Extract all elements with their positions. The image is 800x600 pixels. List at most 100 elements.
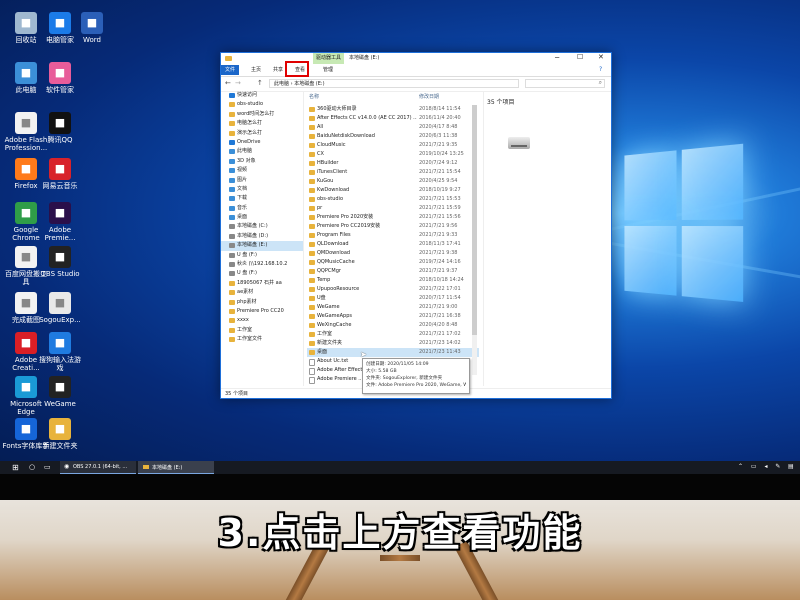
notification-icon[interactable]: ▤ <box>788 463 794 470</box>
file-row[interactable]: 工作室 2021/7/21 17:02 <box>307 330 479 339</box>
nav-item[interactable]: ae素材 <box>221 288 303 297</box>
task-view-icon[interactable]: ▭ <box>44 463 51 471</box>
nav-item[interactable]: 本地磁盘 (D:) <box>221 232 303 241</box>
file-row[interactable]: pr 2021/7/21 15:59 <box>307 204 479 213</box>
desktop-icon[interactable]: ■ Word <box>68 12 116 44</box>
nav-item[interactable]: 本地磁盘 (E:) <box>221 241 303 251</box>
file-row[interactable]: QLDownload 2018/11/3 17:41 <box>307 240 479 249</box>
nav-item[interactable]: U 盘 (F:) <box>221 269 303 278</box>
caption-area: 3.点击上方查看功能 <box>0 500 800 600</box>
nav-item[interactable]: 此电脑 <box>221 147 303 156</box>
file-row[interactable]: iTunesClient 2021/7/21 15:54 <box>307 168 479 177</box>
nav-item[interactable]: Premiere Pro CC20 <box>221 307 303 316</box>
close-icon[interactable]: ✕ <box>598 53 604 61</box>
obs-icon: ■ <box>49 246 71 268</box>
minimize-icon[interactable]: ─ <box>555 54 559 62</box>
desktop-icon[interactable]: ■ 网易云音乐 <box>36 158 84 190</box>
file-row[interactable]: CloudMusic 2021/7/21 9:35 <box>307 141 479 150</box>
address-bar[interactable]: 此电脑 › 本地磁盘 (E:) <box>269 79 519 88</box>
desktop-icon[interactable]: ■ 新建文件夹 <box>36 418 84 450</box>
scrollbar-thumb[interactable] <box>472 105 477 335</box>
desktop-icon[interactable]: ■ 搜狗输入法游戏 <box>36 332 84 372</box>
file-name: QQMusicCache <box>317 259 355 265</box>
desktop-icon[interactable]: ■ OBS Studio <box>36 246 84 278</box>
start-icon[interactable]: ⊞ <box>12 463 19 472</box>
file-row[interactable]: 桌面 2021/7/23 11:43 <box>307 348 479 357</box>
file-row[interactable]: 360驱动大师目录 2018/8/14 11:54 <box>307 105 479 114</box>
breadcrumb-drive[interactable]: 本地磁盘 (E:) <box>294 81 324 87</box>
file-row[interactable]: U盘 2020/7/17 11:54 <box>307 294 479 303</box>
file-row[interactable]: WeGameApps 2021/7/21 16:38 <box>307 312 479 321</box>
tray-icons[interactable]: ⌃ ▭ ◂ ✎ <box>738 463 783 470</box>
nav-item[interactable]: 工作室文件 <box>221 335 303 344</box>
file-row[interactable]: KwDownload 2018/10/19 9:27 <box>307 186 479 195</box>
tab-file[interactable]: 文件 <box>221 65 240 75</box>
column-date[interactable]: 修改日期 <box>419 93 439 100</box>
nav-item[interactable]: U 盘 (F:) <box>221 251 303 260</box>
nav-item[interactable]: 本地磁盘 (C:) <box>221 222 303 231</box>
list-scrollbar[interactable] <box>472 105 477 375</box>
desktop-icon[interactable]: ■ 腾讯QQ <box>36 112 84 144</box>
file-row[interactable]: QQPCMgr 2021/7/21 9:37 <box>307 267 479 276</box>
nav-item[interactable]: OneDrive <box>221 138 303 147</box>
file-name: Temp <box>317 277 331 283</box>
forward-arrow-icon[interactable]: → <box>235 79 241 87</box>
file-row[interactable]: Temp 2018/10/18 14:24 <box>307 276 479 285</box>
column-name[interactable]: 名称 <box>309 93 319 100</box>
up-arrow-icon[interactable]: ↑ <box>257 79 263 87</box>
nav-item[interactable]: php素材 <box>221 298 303 307</box>
desktop-icon[interactable]: ■ Adobe Premie... <box>36 202 84 242</box>
file-row[interactable]: WeGame 2021/7/21 9:00 <box>307 303 479 312</box>
file-row[interactable]: All 2020/4/17 8:48 <box>307 123 479 132</box>
file-row[interactable]: Premiere Pro CC2019安装 2021/7/21 9:56 <box>307 222 479 231</box>
explorer-window[interactable]: 驱动器工具 本地磁盘 (E:) ─ ☐ ✕ 文件 主页 共享 查看 管理 ? ←… <box>220 52 612 399</box>
nav-item[interactable]: 音乐 <box>221 204 303 213</box>
search-icon[interactable]: ○ <box>29 463 35 471</box>
nav-item[interactable]: 桌面 <box>221 213 303 222</box>
nav-item[interactable]: 工作室 <box>221 326 303 335</box>
desktop-icon[interactable]: ■ WeGame <box>36 376 84 408</box>
nav-item[interactable]: 下载 <box>221 194 303 203</box>
file-row[interactable]: WeXingCache 2020/4/20 8:48 <box>307 321 479 330</box>
nav-item[interactable]: 电脑怎么打 <box>221 119 303 128</box>
nav-item[interactable]: 演示怎么打 <box>221 129 303 138</box>
desktop: ■ 回收站 ■ 电脑管家 ■ Word ■ 此电脑 ■ 软件管家 ■ Adobe Flash Prof… <box>0 0 800 474</box>
title-bar[interactable]: 驱动器工具 本地磁盘 (E:) ─ ☐ ✕ <box>221 53 611 64</box>
file-row[interactable]: After Effects CC v14.0.0 (AE CC 2017) ..… <box>307 114 479 123</box>
nav-item[interactable]: 18905067 石井 aa <box>221 279 303 288</box>
desktop-icon[interactable]: ■ 软件管家 <box>36 62 84 94</box>
file-row[interactable]: Program Files 2021/7/21 9:33 <box>307 231 479 240</box>
taskbar-item-obs[interactable]: ◉ OBS 27.0.1 (64-bit, ... <box>60 461 136 474</box>
file-row[interactable]: Premiere Pro 2020安装 2021/7/21 15:56 <box>307 213 479 222</box>
desktop-icon[interactable]: ■ SogouExp... <box>36 292 84 324</box>
help-icon[interactable]: ? <box>599 66 602 73</box>
file-row[interactable]: QMDownload 2021/7/21 9:38 <box>307 249 479 258</box>
file-row[interactable]: BaiduNetdiskDownload 2020/6/3 11:38 <box>307 132 479 141</box>
file-row[interactable]: obs-studio 2021/7/21 15:53 <box>307 195 479 204</box>
back-arrow-icon[interactable]: ← <box>225 79 231 87</box>
nav-item[interactable]: 3D 对象 <box>221 157 303 166</box>
nav-item[interactable]: xxxx <box>221 316 303 325</box>
nav-item[interactable]: 视频 <box>221 166 303 175</box>
nav-item[interactable]: 文档 <box>221 185 303 194</box>
file-date: 2021/7/21 16:38 <box>419 313 461 319</box>
search-input[interactable]: ⌕ <box>525 79 605 88</box>
tab-home[interactable]: 主页 <box>247 65 265 75</box>
maximize-icon[interactable]: ☐ <box>577 53 583 61</box>
file-row[interactable]: QQMusicCache 2019/7/24 14:16 <box>307 258 479 267</box>
breadcrumb-computer[interactable]: 此电脑 <box>274 81 289 87</box>
file-row[interactable]: 新建文件夹 2021/7/23 14:02 <box>307 339 479 348</box>
file-row[interactable]: UpupooResource 2021/7/22 17:01 <box>307 285 479 294</box>
nav-item[interactable]: 图片 <box>221 176 303 185</box>
file-row[interactable]: KuGou 2020/4/25 9:54 <box>307 177 479 186</box>
nav-item[interactable]: word时间怎么打 <box>221 110 303 119</box>
nav-item[interactable]: 秋炎 (\\192.168.10.2 <box>221 260 303 269</box>
nav-item[interactable]: obs-studio <box>221 100 303 109</box>
file-row[interactable]: HBuilder 2020/7/24 9:12 <box>307 159 479 168</box>
nav-item[interactable]: 快速访问 <box>221 91 303 100</box>
taskbar-item-explorer[interactable]: 本地磁盘 (E:) <box>138 461 214 474</box>
tab-manage[interactable]: 管理 <box>319 65 337 75</box>
nav-item-icon <box>229 149 235 155</box>
context-tab-label[interactable]: 驱动器工具 <box>313 53 345 64</box>
file-row[interactable]: CX 2019/10/24 13:25 <box>307 150 479 159</box>
